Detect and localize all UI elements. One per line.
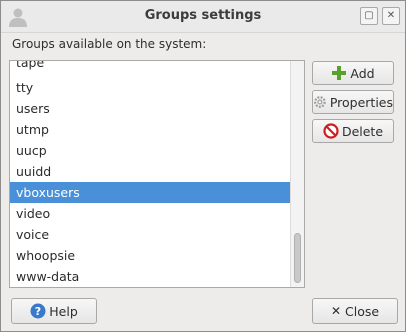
- add-button[interactable]: Add: [312, 61, 394, 85]
- groups-list[interactable]: tape tty users utmp uucp uuidd vboxusers…: [9, 60, 305, 288]
- list-scrollbar[interactable]: [290, 61, 304, 287]
- properties-button[interactable]: Properties: [312, 90, 394, 114]
- delete-label: Delete: [341, 123, 384, 139]
- list-item[interactable]: tty: [10, 77, 291, 98]
- gear-icon: [314, 96, 326, 108]
- list-item[interactable]: tape: [10, 61, 291, 73]
- close-window-button[interactable]: ✕: [382, 7, 400, 25]
- maximize-button[interactable]: ▢: [360, 7, 378, 25]
- groups-caption: Groups available on the system:: [12, 37, 207, 51]
- groups-settings-dialog: Groups settings ▢ ✕ Groups available on …: [0, 0, 406, 332]
- properties-label: Properties: [329, 94, 393, 110]
- list-item[interactable]: uucp: [10, 140, 291, 161]
- no-entry-icon: [323, 123, 339, 139]
- close-label: Close: [345, 303, 380, 319]
- list-item[interactable]: users: [10, 98, 291, 119]
- plus-icon: [332, 66, 347, 80]
- list-item[interactable]: utmp: [10, 119, 291, 140]
- list-item[interactable]: uuidd: [10, 161, 291, 182]
- close-button[interactable]: ✕ Close: [312, 298, 398, 324]
- help-icon: ?: [30, 303, 46, 319]
- add-label: Add: [350, 65, 375, 81]
- list-item[interactable]: voice: [10, 224, 291, 245]
- window-title: Groups settings: [144, 8, 262, 23]
- list-item[interactable]: video: [10, 203, 291, 224]
- close-x-icon: ✕: [330, 304, 341, 318]
- list-item-selected[interactable]: vboxusers: [10, 182, 291, 203]
- help-label: Help: [49, 303, 78, 319]
- list-item[interactable]: www-data: [10, 266, 291, 287]
- delete-button[interactable]: Delete: [312, 119, 394, 143]
- title-bar[interactable]: Groups settings ▢ ✕: [1, 1, 405, 33]
- list-item[interactable]: whoopsie: [10, 245, 291, 266]
- scrollbar-thumb[interactable]: [294, 233, 301, 283]
- help-button[interactable]: ? Help: [11, 298, 97, 324]
- svg-text:?: ?: [35, 305, 41, 318]
